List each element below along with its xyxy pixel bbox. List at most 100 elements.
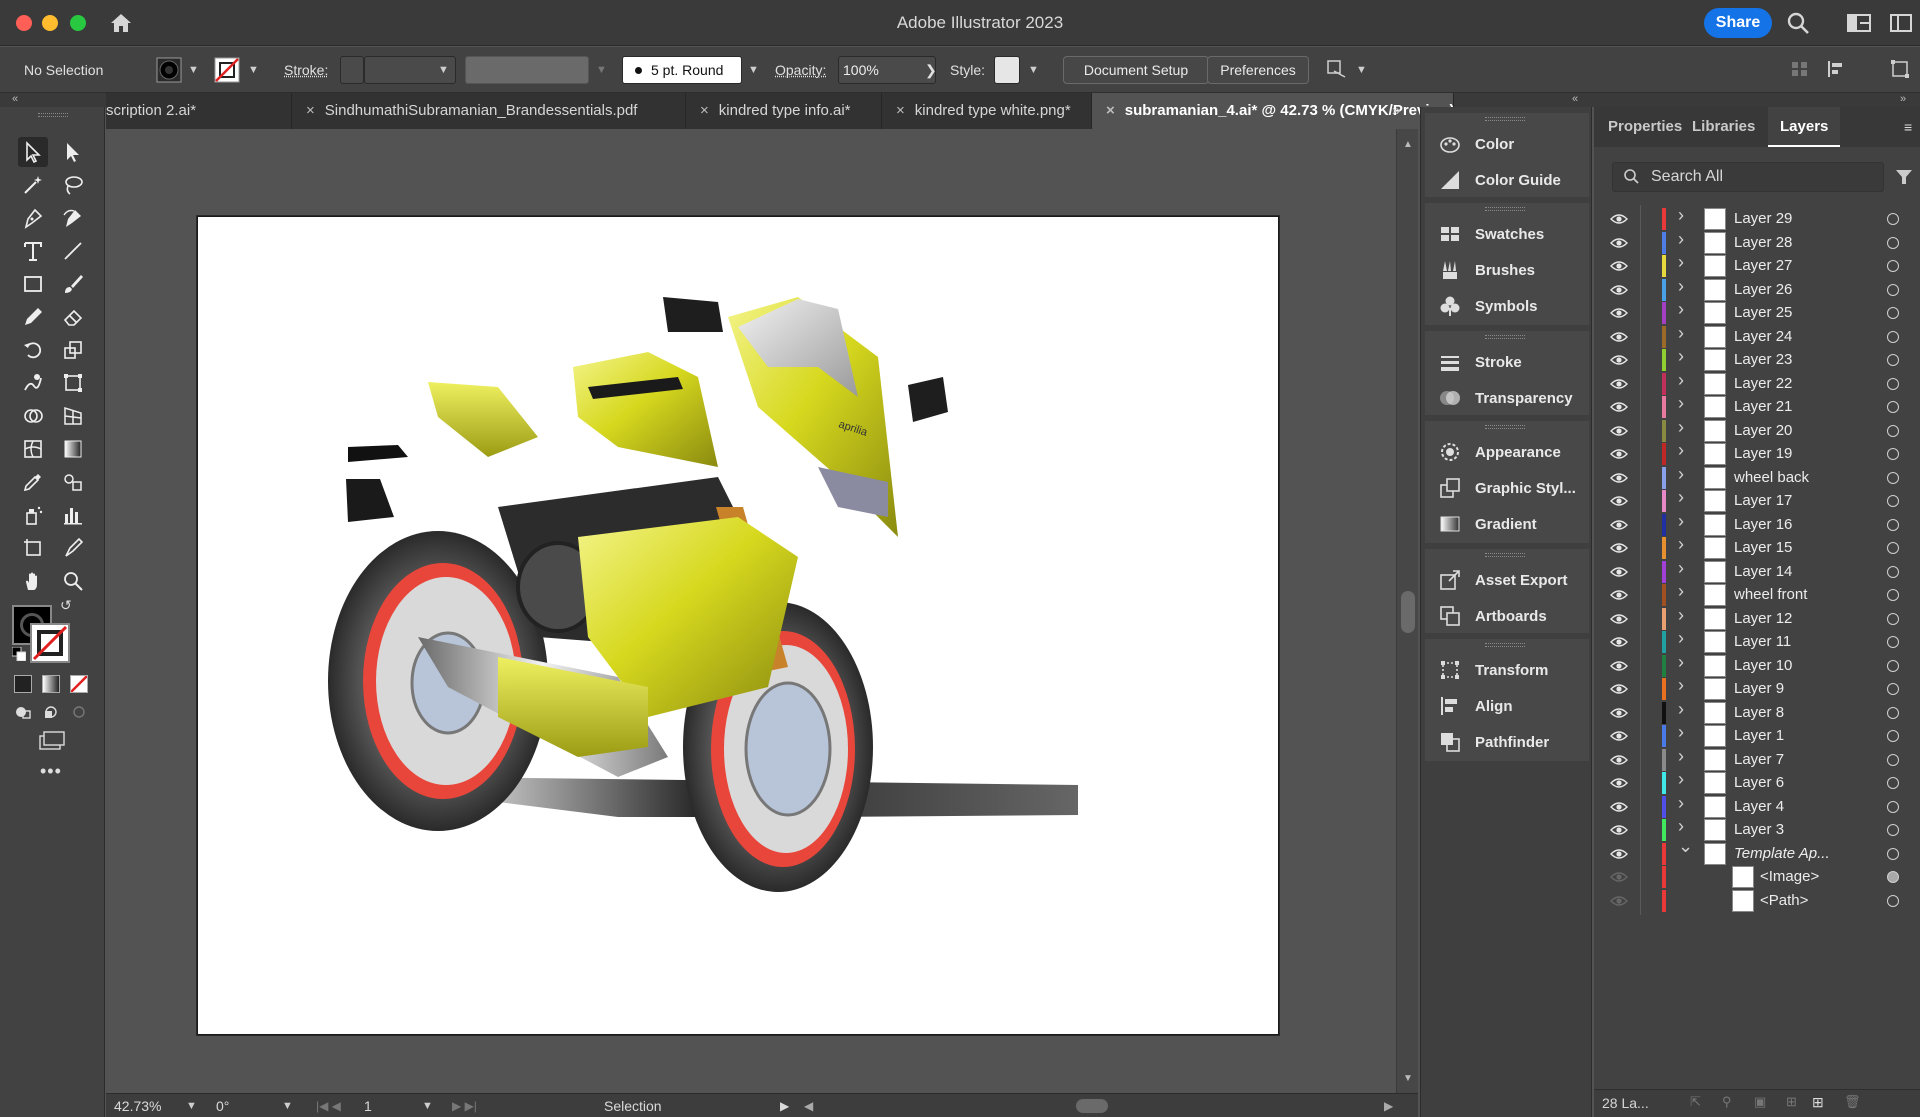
layer-name[interactable]: wheel front: [1734, 586, 1807, 603]
artboard-chevron-icon[interactable]: ▼: [422, 1094, 433, 1117]
layer-name[interactable]: Layer 20: [1734, 422, 1792, 439]
layer-name[interactable]: Layer 17: [1734, 492, 1792, 509]
swap-fill-stroke-icon[interactable]: ↺: [60, 597, 72, 614]
layer-name[interactable]: Layer 26: [1734, 281, 1792, 298]
expand-arrow-icon[interactable]: ›: [1678, 205, 1684, 226]
document-setup-button[interactable]: Document Setup: [1063, 56, 1209, 84]
gradient-tool-icon[interactable]: [58, 434, 88, 464]
tab-properties[interactable]: Properties: [1594, 107, 1680, 147]
fill-swatch[interactable]: [156, 57, 182, 83]
transform-icon[interactable]: [1890, 59, 1910, 81]
target-circle-icon[interactable]: [1887, 589, 1899, 601]
column-graph-tool-icon[interactable]: [58, 500, 88, 530]
visibility-eye-icon[interactable]: [1610, 588, 1628, 602]
panel-color[interactable]: Color: [1425, 125, 1589, 163]
locate-object-icon[interactable]: ⚲: [1722, 1094, 1732, 1110]
tab-brandessentials[interactable]: × SindhumathiSubramanian_Brandessentials.…: [292, 93, 686, 129]
curvature-tool-icon[interactable]: [58, 203, 88, 233]
target-circle-icon[interactable]: [1887, 730, 1899, 742]
scroll-right-icon[interactable]: ▶: [1384, 1094, 1393, 1117]
expand-arrow-icon[interactable]: ›: [1678, 464, 1684, 485]
graphic-style-swatch[interactable]: [994, 56, 1020, 84]
stroke-weight-chevron-icon[interactable]: ▼: [438, 47, 449, 93]
panel-brushes[interactable]: Brushes: [1425, 251, 1589, 289]
target-circle-icon[interactable]: [1887, 213, 1899, 225]
artboard[interactable]: aprilia: [197, 216, 1279, 1035]
expand-arrow-icon[interactable]: ›: [1678, 440, 1684, 461]
target-circle-icon[interactable]: [1887, 307, 1899, 319]
layer-name[interactable]: Layer 16: [1734, 516, 1792, 533]
target-circle-icon[interactable]: [1887, 425, 1899, 437]
layer-name[interactable]: Layer 14: [1734, 563, 1792, 580]
expand-arrow-icon[interactable]: ›: [1678, 628, 1684, 649]
visibility-eye-icon[interactable]: [1610, 330, 1628, 344]
layer-name[interactable]: Layer 23: [1734, 351, 1792, 368]
status-menu-icon[interactable]: ▶: [780, 1094, 789, 1117]
panel-pathfinder[interactable]: Pathfinder: [1425, 723, 1589, 761]
zoom-level[interactable]: 42.73%: [114, 1094, 161, 1117]
selection-tool-icon[interactable]: [18, 137, 48, 167]
variable-width-profile[interactable]: [465, 56, 589, 84]
panel-transform[interactable]: Transform: [1425, 651, 1589, 689]
target-circle-icon[interactable]: [1887, 448, 1899, 460]
layer-name[interactable]: Layer 29: [1734, 210, 1792, 227]
expand-arrow-icon[interactable]: ›: [1678, 558, 1684, 579]
visibility-eye-icon[interactable]: [1610, 823, 1628, 837]
visibility-eye-icon[interactable]: [1610, 447, 1628, 461]
blend-tool-icon[interactable]: [58, 467, 88, 497]
tab-kindred-type-info[interactable]: × kindred type info.ai*: [686, 93, 882, 129]
arrange-chevron-icon[interactable]: ▼: [1356, 47, 1367, 93]
tab-scription-2[interactable]: scription 2.ai*: [106, 93, 292, 129]
export-for-screens-icon[interactable]: ⇱: [1690, 1094, 1701, 1110]
align-left-icon[interactable]: [1790, 59, 1810, 81]
shape-builder-tool-icon[interactable]: [18, 401, 48, 431]
layer-name[interactable]: Layer 21: [1734, 398, 1792, 415]
target-circle-icon[interactable]: [1887, 472, 1899, 484]
collapse-toolbar-icon[interactable]: «: [12, 93, 18, 105]
layer-name[interactable]: <Path>: [1760, 892, 1808, 909]
panel-artboards[interactable]: Artboards: [1425, 597, 1589, 635]
target-circle-icon[interactable]: [1887, 871, 1899, 883]
perspective-grid-tool-icon[interactable]: [58, 401, 88, 431]
expand-panels-icon[interactable]: »: [1900, 93, 1906, 105]
expand-arrow-icon[interactable]: ›: [1678, 299, 1684, 320]
panel-group-gripper[interactable]: [1485, 117, 1525, 121]
visibility-eye-icon[interactable]: [1610, 800, 1628, 814]
target-circle-icon[interactable]: [1887, 542, 1899, 554]
target-circle-icon[interactable]: [1887, 260, 1899, 272]
collapse-panels-icon[interactable]: «: [1572, 93, 1578, 105]
panel-group-gripper[interactable]: [1485, 425, 1525, 429]
panel-group-gripper[interactable]: [1485, 553, 1525, 557]
layer-name[interactable]: Layer 22: [1734, 375, 1792, 392]
paintbrush-tool-icon[interactable]: [58, 269, 88, 299]
pencil-tool-icon[interactable]: [18, 302, 48, 332]
target-circle-icon[interactable]: [1887, 566, 1899, 578]
eyedropper-tool-icon[interactable]: [18, 467, 48, 497]
fuel-tank[interactable]: [573, 352, 718, 467]
motorcycle-illustration[interactable]: aprilia: [198, 217, 1279, 1035]
target-circle-icon[interactable]: [1887, 754, 1899, 766]
vertical-scroll-thumb[interactable]: [1401, 591, 1415, 633]
target-circle-icon[interactable]: [1887, 824, 1899, 836]
expand-arrow-icon[interactable]: ›: [1678, 652, 1684, 673]
target-circle-icon[interactable]: [1887, 378, 1899, 390]
visibility-eye-icon[interactable]: [1610, 753, 1628, 767]
brush-definition[interactable]: 5 pt. Round: [622, 56, 742, 84]
close-tab-icon[interactable]: ×: [1106, 102, 1115, 119]
screen-mode-icon[interactable]: [38, 731, 66, 751]
visibility-eye-icon[interactable]: [1610, 847, 1628, 861]
close-tab-icon[interactable]: ×: [896, 102, 905, 119]
visibility-eye-icon[interactable]: [1610, 494, 1628, 508]
preferences-button[interactable]: Preferences: [1207, 56, 1309, 84]
brush-chevron-icon[interactable]: ▼: [748, 47, 759, 93]
visibility-eye-icon[interactable]: [1610, 518, 1628, 532]
panel-group-gripper[interactable]: [1485, 207, 1525, 211]
expand-arrow-icon[interactable]: ›: [1678, 323, 1684, 344]
layer-name[interactable]: Layer 8: [1734, 704, 1784, 721]
stroke-swatch[interactable]: [214, 57, 240, 83]
panel-transparency[interactable]: Transparency: [1425, 379, 1589, 417]
layer-name[interactable]: Layer 28: [1734, 234, 1792, 251]
expand-arrow-icon[interactable]: ›: [1678, 252, 1684, 273]
panel-align[interactable]: Align: [1425, 687, 1589, 725]
zoom-tool-icon[interactable]: [58, 566, 88, 596]
